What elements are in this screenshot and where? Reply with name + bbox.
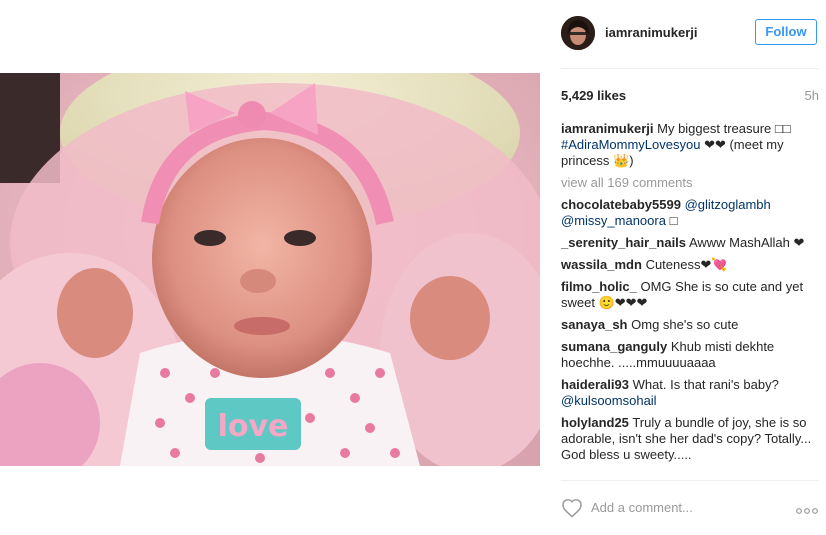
- more-options-icon[interactable]: [795, 503, 819, 514]
- comments-list: iamranimukerji My biggest treasure □□ #A…: [561, 121, 819, 479]
- comment-username[interactable]: wassila_mdn: [561, 257, 642, 272]
- comment-item: _serenity_hair_nails Awww MashAllah ❤: [561, 235, 819, 251]
- comment-username[interactable]: sumana_ganguly: [561, 339, 667, 354]
- comment-username[interactable]: holyland25: [561, 415, 629, 430]
- comment-item: sanaya_sh Omg she's so cute: [561, 317, 819, 333]
- post-time[interactable]: 5h: [805, 88, 819, 103]
- comment-username[interactable]: filmo_holic_: [561, 279, 637, 294]
- caption: iamranimukerji My biggest treasure □□ #A…: [561, 121, 819, 169]
- comment-username[interactable]: _serenity_hair_nails: [561, 235, 686, 250]
- avatar[interactable]: [561, 16, 595, 50]
- comment-text: Awww MashAllah ❤: [688, 235, 805, 250]
- divider: [561, 68, 819, 69]
- post-header: iamranimukerji Follow: [561, 14, 819, 54]
- comment-item: haiderali93 What. Is that rani's baby? @…: [561, 377, 819, 409]
- comment-item: sumana_ganguly Khub misti dekhte hoechhe…: [561, 339, 819, 371]
- follow-button[interactable]: Follow: [755, 19, 817, 45]
- comment-item: holyland25 Truly a bundle of joy, she is…: [561, 415, 819, 463]
- caption-hashtag[interactable]: #AdiraMommyLovesyou: [561, 137, 700, 152]
- view-all-comments-link[interactable]: view all 169 comments: [561, 175, 819, 191]
- comment-item: filmo_holic_ OMG She is so cute and yet …: [561, 279, 819, 311]
- comment-text: Cuteness❤💘: [645, 257, 728, 272]
- comment-item: wassila_mdn Cuteness❤💘: [561, 257, 819, 273]
- like-heart-icon[interactable]: [561, 498, 583, 518]
- caption-text: My biggest treasure □□: [657, 121, 791, 136]
- comment-mention[interactable]: @kulsoomsohail: [561, 393, 657, 408]
- comment-text: What. Is that rani's baby?: [632, 377, 779, 392]
- comments-fade: [561, 457, 819, 479]
- comment-text: □: [665, 213, 678, 228]
- post-username[interactable]: iamranimukerji: [605, 25, 698, 40]
- post-photo[interactable]: love: [0, 73, 540, 466]
- comment-username[interactable]: chocolatebaby5599: [561, 197, 681, 212]
- add-comment-input[interactable]: [591, 500, 771, 515]
- divider: [561, 480, 819, 481]
- comment-username[interactable]: sanaya_sh: [561, 317, 628, 332]
- caption-username[interactable]: iamranimukerji: [561, 121, 654, 136]
- comment-item: chocolatebaby5599 @glitzoglambh @missy_m…: [561, 197, 819, 229]
- likes-count[interactable]: 5,429 likes: [561, 88, 626, 103]
- love-patch-text: love: [218, 409, 289, 444]
- post-side-panel: iamranimukerji Follow 5,429 likes 5h iam…: [561, 0, 819, 535]
- comment-username[interactable]: haiderali93: [561, 377, 629, 392]
- comment-text: Omg she's so cute: [631, 317, 739, 332]
